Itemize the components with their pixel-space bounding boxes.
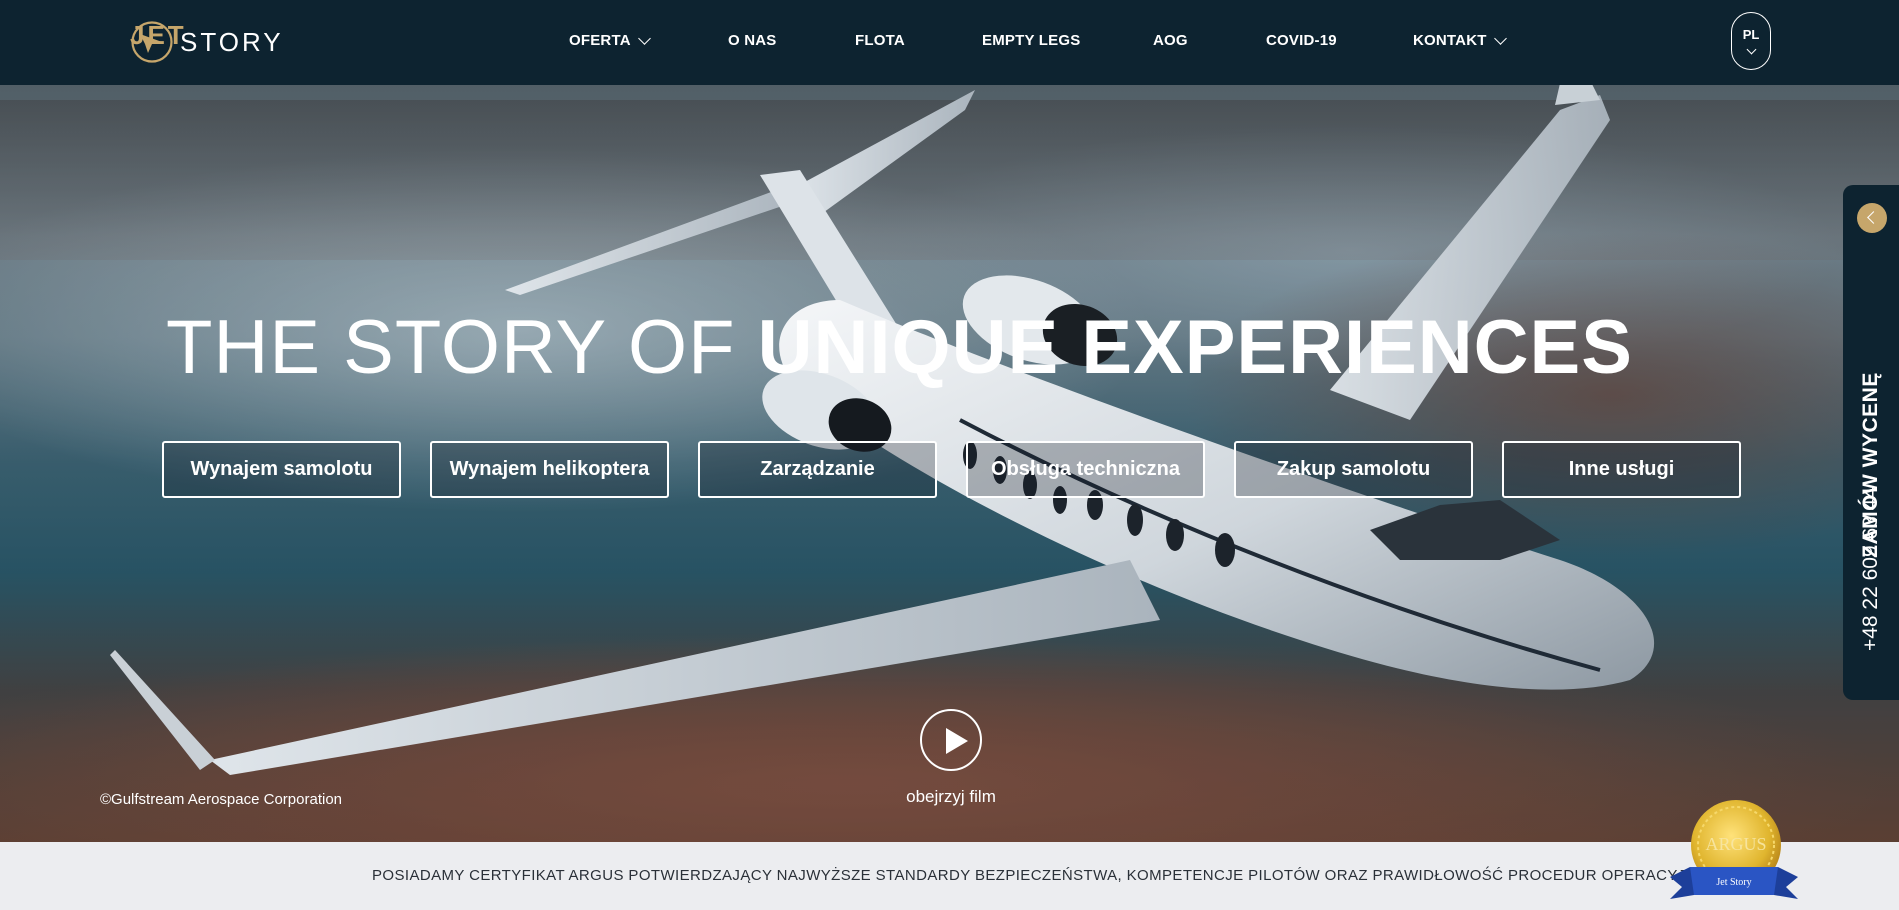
nav-item-label: OFERTA xyxy=(569,32,631,49)
nav-item-label: COVID-19 xyxy=(1266,32,1337,49)
nav-item-label: AOG xyxy=(1153,32,1188,49)
nav-item-covid-19[interactable]: COVID-19 xyxy=(1266,32,1337,49)
badge-ribbon-text: Jet Story xyxy=(1716,877,1751,888)
logo-wordmark: JET STORY xyxy=(130,20,284,58)
badge-name: ARGUS xyxy=(1705,834,1766,854)
nav-item-label: EMPTY LEGS xyxy=(982,32,1081,49)
nav-item-oferta[interactable]: OFERTA xyxy=(569,31,651,49)
jetstory-logo[interactable]: JET STORY xyxy=(130,20,284,64)
chevron-down-icon xyxy=(1746,44,1756,55)
nav-item-empty-legs[interactable]: EMPTY LEGS xyxy=(982,32,1080,49)
nav-item-label: KONTAKT xyxy=(1413,32,1487,49)
chevron-down-icon xyxy=(637,31,651,45)
certificate-text: POSIADAMY CERTYFIKAT ARGUS POTWIERDZAJĄC… xyxy=(372,867,1730,884)
nav-item-kontakt[interactable]: KONTAKT xyxy=(1413,31,1507,49)
language-code: PL xyxy=(1742,27,1760,42)
argus-badge-icon: ARGUS Jet Story xyxy=(1670,800,1798,899)
nav-item-label: FLOTA xyxy=(855,32,905,49)
top-navigation-bar: JET STORY OFERTA O NAS FLOTA EMPTY LEGS A… xyxy=(0,0,1899,85)
nav-item-flota[interactable]: FLOTA xyxy=(855,32,905,49)
nav-item-aog[interactable]: AOG xyxy=(1153,32,1188,49)
nav-item-o-nas[interactable]: O NAS xyxy=(728,32,777,49)
nav-item-label: O NAS xyxy=(728,32,777,49)
chevron-down-icon xyxy=(1493,31,1507,45)
language-switcher[interactable]: PL xyxy=(1731,12,1771,70)
logo-wordmark-jet: JET xyxy=(130,20,187,50)
